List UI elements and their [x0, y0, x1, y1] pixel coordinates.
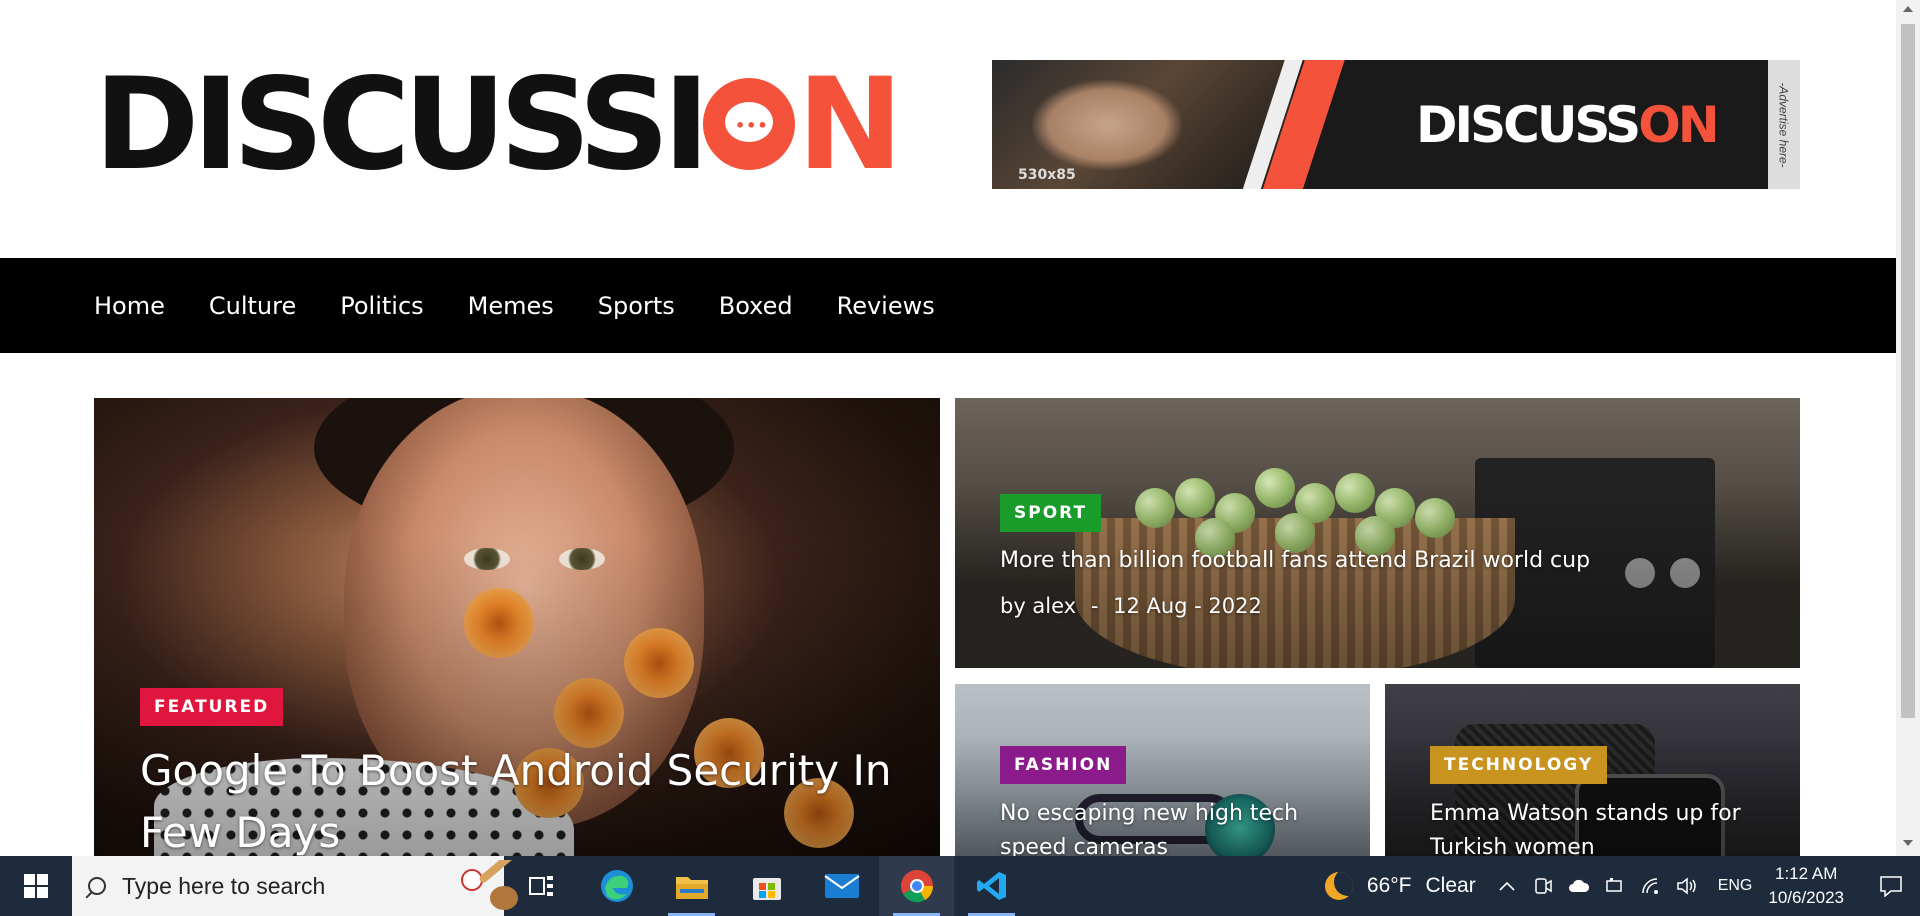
mail-button[interactable] [804, 856, 879, 916]
vscode-button[interactable] [954, 856, 1029, 916]
ad-size-label: 530x85 [1018, 167, 1076, 183]
mail-icon [823, 874, 860, 898]
microsoft-store-button[interactable] [729, 856, 804, 916]
scroll-down-arrow-icon[interactable] [1903, 840, 1913, 846]
clock-date: 10/6/2023 [1768, 888, 1844, 907]
chat-bubble-icon: ••• [702, 78, 795, 170]
notification-center-button[interactable] [1862, 856, 1920, 916]
logo-text-main: DISCUSSI [94, 49, 710, 198]
weather-condition: Clear [1425, 874, 1476, 897]
edge-icon [600, 870, 633, 902]
taskbar-search-box[interactable]: Type here to search [72, 856, 518, 916]
sport-post-card[interactable]: SPORT More than billion football fans at… [955, 398, 1800, 668]
browser-page: DISCUSSI ••• N 530x85 DISCUSS ON -Advertis… [0, 0, 1920, 916]
ad-side-label: -Advertise here- [1768, 60, 1800, 189]
sport-post-title[interactable]: More than billion football fans attend B… [1000, 546, 1780, 576]
start-button[interactable] [0, 856, 72, 916]
logo-accent-letter: N [796, 49, 903, 198]
taskbar-clock[interactable]: 1:12 AM 10/6/2023 [1768, 862, 1844, 910]
microsoft-store-icon [752, 878, 781, 900]
search-placeholder: Type here to search [122, 872, 326, 899]
nav-item-boxed[interactable]: Boxed [719, 292, 793, 320]
language-indicator[interactable]: ENG [1718, 877, 1753, 895]
task-view-button[interactable] [504, 856, 579, 916]
ad-logo: DISCUSS ON [1416, 96, 1720, 154]
file-explorer-button[interactable] [654, 856, 729, 916]
chrome-icon [900, 870, 933, 903]
search-icon [88, 877, 106, 895]
notification-icon [1880, 876, 1902, 897]
fashion-tag[interactable]: FASHION [1000, 746, 1127, 784]
fashion-post-title[interactable]: No escaping new high tech speed cameras [1000, 797, 1350, 856]
ad-logo-accent: ON [1638, 96, 1719, 154]
ad-hands-image [1032, 80, 1182, 170]
sport-post-meta: by alex - 12 Aug - 2022 [1000, 594, 1262, 618]
edge-button[interactable] [579, 856, 654, 916]
show-hidden-icons-chevron-icon[interactable] [1496, 875, 1518, 897]
advertisement-banner[interactable]: 530x85 DISCUSS ON -Advertise here- [992, 60, 1800, 189]
main-navigation: Home Culture Politics Memes Sports Boxed… [0, 258, 1896, 353]
card-overlay [955, 398, 1800, 668]
featured-tag[interactable]: FEATURED [140, 688, 284, 726]
sport-tag[interactable]: SPORT [1000, 494, 1102, 532]
scrollbar-thumb[interactable] [1901, 24, 1915, 718]
site-logo-text: DISCUSSI ••• N [94, 49, 903, 198]
featured-post-title[interactable]: Google To Boost Android Security In Few … [140, 740, 920, 856]
onedrive-cloud-icon[interactable] [1568, 875, 1590, 897]
technology-tag[interactable]: TECHNOLOGY [1430, 746, 1608, 784]
post-author[interactable]: by alex [1000, 594, 1076, 618]
logo-text-accent: ••• N [702, 49, 903, 198]
weather-temp: 66°F [1366, 874, 1412, 897]
ad-logo-text: DISCUSS [1416, 96, 1641, 154]
technology-post-title[interactable]: Emma Watson stands up for Turkish women [1430, 797, 1780, 856]
chrome-button[interactable] [879, 856, 954, 916]
windows-logo-icon [24, 874, 48, 898]
vscode-icon [976, 872, 1006, 900]
post-date: 12 Aug - 2022 [1113, 594, 1262, 618]
nav-item-politics[interactable]: Politics [340, 292, 423, 320]
system-tray: 66°F Clear ENG 1:12 AM 10/6/2023 [1324, 856, 1920, 916]
clock-time: 1:12 AM [1774, 864, 1838, 883]
nav-item-culture[interactable]: Culture [209, 292, 296, 320]
file-explorer-icon [675, 877, 708, 899]
chat-bubble-dots: ••• [734, 116, 769, 135]
fashion-post-card[interactable]: FASHION No escaping new high tech speed … [955, 684, 1370, 856]
meet-now-icon[interactable] [1532, 875, 1554, 897]
weather-widget[interactable]: 66°F Clear [1324, 872, 1476, 900]
scroll-up-arrow-icon[interactable] [1903, 6, 1913, 12]
volume-icon[interactable] [1676, 875, 1698, 897]
task-view-icon [528, 876, 553, 896]
technology-post-card[interactable]: TECHNOLOGY Emma Watson stands up for Tur… [1385, 684, 1800, 856]
ad-side-text: -Advertise here- [1777, 81, 1791, 168]
meta-separator: - [1090, 594, 1099, 618]
nav-item-reviews[interactable]: Reviews [837, 292, 935, 320]
nav-item-sports[interactable]: Sports [598, 292, 675, 320]
page-scrollbar[interactable] [1896, 0, 1920, 856]
site-logo[interactable]: DISCUSSI ••• N [94, 60, 903, 187]
tray-icons: ENG [1496, 875, 1753, 897]
nav-item-memes[interactable]: Memes [468, 292, 554, 320]
network-adapter-icon[interactable] [1604, 875, 1626, 897]
windows-taskbar: Type here to search 66°F Clear ENG 1:12 … [0, 856, 1920, 916]
wifi-icon[interactable] [1640, 875, 1662, 897]
featured-post-card[interactable]: FEATURED Google To Boost Android Securit… [94, 398, 940, 856]
moon-icon [1324, 872, 1353, 900]
nav-item-home[interactable]: Home [94, 292, 165, 320]
